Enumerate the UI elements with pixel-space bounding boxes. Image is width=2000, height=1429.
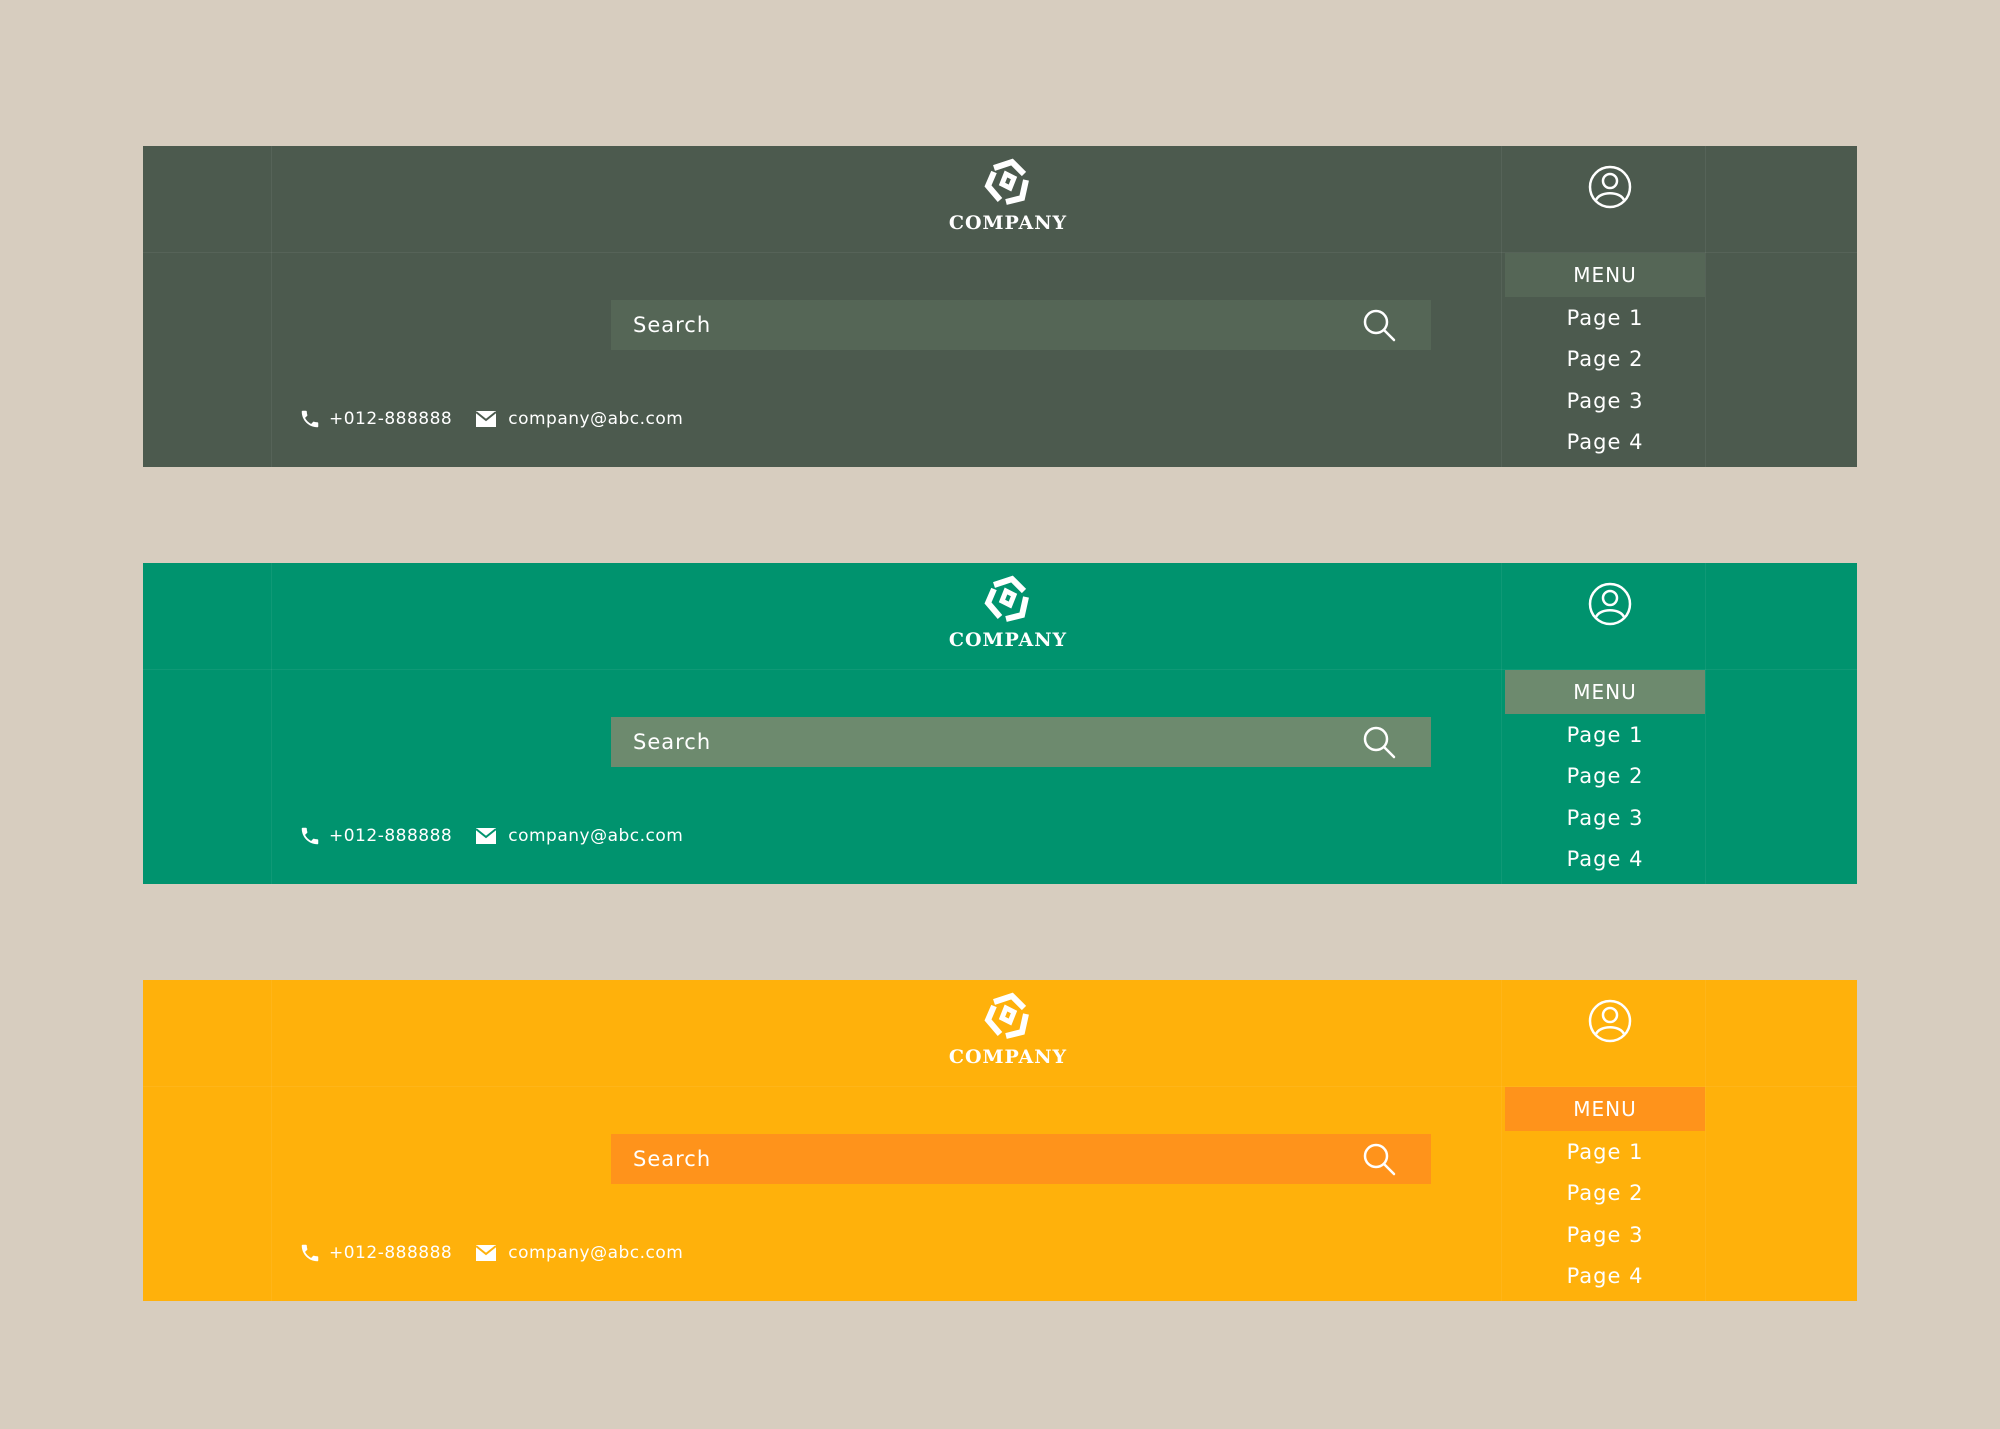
mail-icon: [476, 828, 497, 844]
company-name: COMPANY: [948, 212, 1068, 234]
menu-item-page-2[interactable]: Page 2: [1567, 339, 1644, 381]
search-icon: [1363, 726, 1396, 759]
email-address[interactable]: company@abc.com: [508, 409, 683, 429]
menu-item-page-2[interactable]: Page 2: [1567, 1173, 1644, 1215]
search-input[interactable]: [631, 299, 1359, 351]
menu-item-page-1[interactable]: Page 1: [1567, 1131, 1644, 1173]
guide-line: [1705, 146, 1706, 467]
nav-menu: MENU Page 1 Page 2 Page 3 Page 4: [1505, 670, 1705, 880]
company-name: COMPANY: [948, 629, 1068, 651]
search-bar: [611, 1133, 1431, 1185]
menu-header[interactable]: MENU: [1505, 670, 1705, 714]
nav-menu: MENU Page 1 Page 2 Page 3 Page 4: [1505, 1087, 1705, 1297]
search-button[interactable]: [1359, 722, 1399, 762]
search-icon: [1363, 309, 1396, 342]
menu-item-page-1[interactable]: Page 1: [1567, 714, 1644, 756]
guide-line: [1705, 980, 1706, 1301]
user-account-button[interactable]: [1587, 164, 1633, 210]
menu-item-page-2[interactable]: Page 2: [1567, 756, 1644, 798]
contact-info: +012-888888 company@abc.com: [299, 825, 707, 847]
guide-line: [271, 146, 272, 467]
search-button[interactable]: [1359, 305, 1399, 345]
menu-item-page-4[interactable]: Page 4: [1567, 839, 1644, 881]
company-logo[interactable]: COMPANY: [943, 988, 1073, 1078]
user-account-button[interactable]: [1587, 998, 1633, 1044]
nav-menu: MENU Page 1 Page 2 Page 3 Page 4: [1505, 253, 1705, 463]
contact-info: +012-888888 company@abc.com: [299, 408, 707, 430]
menu-item-page-3[interactable]: Page 3: [1567, 797, 1644, 839]
company-logo[interactable]: COMPANY: [943, 154, 1073, 244]
search-bar: [611, 716, 1431, 768]
company-logo[interactable]: COMPANY: [943, 571, 1073, 661]
company-logo-icon: [984, 992, 1029, 1039]
guide-line: [271, 980, 272, 1301]
mail-icon: [476, 411, 497, 427]
search-bar: [611, 299, 1431, 351]
search-input[interactable]: [631, 716, 1359, 768]
contact-info: +012-888888 company@abc.com: [299, 1242, 707, 1264]
menu-header[interactable]: MENU: [1505, 253, 1705, 297]
phone-icon: [301, 1244, 319, 1262]
user-account-icon: [1588, 165, 1632, 209]
phone-number[interactable]: +012-888888: [329, 826, 452, 846]
search-icon: [1363, 1143, 1396, 1176]
mail-icon: [476, 1245, 497, 1261]
email-address[interactable]: company@abc.com: [508, 826, 683, 846]
phone-icon: [301, 410, 319, 428]
guide-line: [1501, 563, 1502, 884]
search-button[interactable]: [1359, 1139, 1399, 1179]
user-account-icon: [1588, 999, 1632, 1043]
menu-item-page-1[interactable]: Page 1: [1567, 297, 1644, 339]
guide-line: [1705, 563, 1706, 884]
guide-line: [1501, 980, 1502, 1301]
phone-icon: [301, 827, 319, 845]
guide-line: [1501, 146, 1502, 467]
menu-item-page-3[interactable]: Page 3: [1567, 380, 1644, 422]
menu-item-page-4[interactable]: Page 4: [1567, 422, 1644, 464]
company-name: COMPANY: [948, 1046, 1068, 1068]
menu-item-page-3[interactable]: Page 3: [1567, 1214, 1644, 1256]
header-banner-dark-green: COMPANY +012-888888: [143, 146, 1857, 467]
phone-number[interactable]: +012-888888: [329, 409, 452, 429]
user-account-button[interactable]: [1587, 581, 1633, 627]
company-logo-icon: [984, 575, 1029, 622]
header-banner-teal: COMPANY +012-888888: [143, 563, 1857, 884]
search-input[interactable]: [631, 1133, 1359, 1185]
email-address[interactable]: company@abc.com: [508, 1243, 683, 1263]
phone-number[interactable]: +012-888888: [329, 1243, 452, 1263]
header-banner-yellow: COMPANY +012-888888: [143, 980, 1857, 1301]
user-account-icon: [1588, 582, 1632, 626]
guide-line: [271, 563, 272, 884]
menu-header[interactable]: MENU: [1505, 1087, 1705, 1131]
company-logo-icon: [984, 158, 1029, 205]
menu-item-page-4[interactable]: Page 4: [1567, 1256, 1644, 1298]
